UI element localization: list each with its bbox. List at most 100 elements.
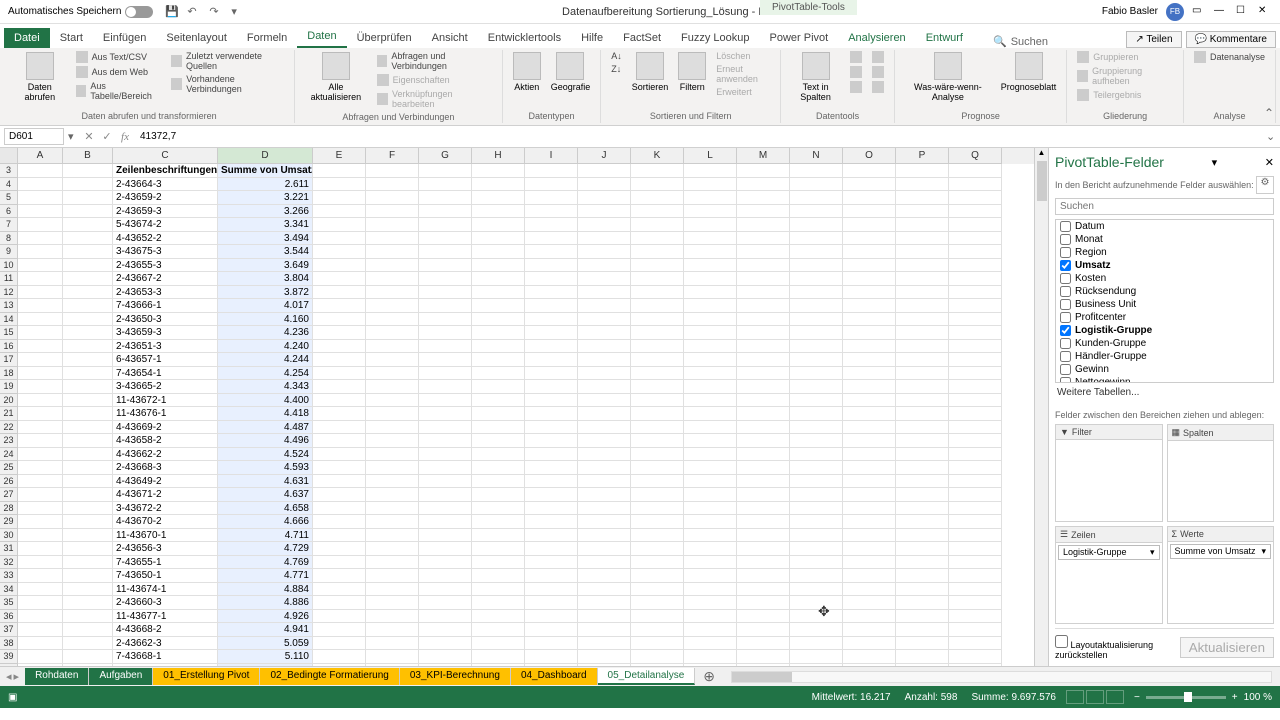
tab-design[interactable]: Entwurf: [916, 28, 973, 48]
cell[interactable]: [525, 353, 578, 367]
row-header[interactable]: 25: [0, 461, 18, 475]
cell[interactable]: [949, 313, 1002, 327]
comments-button[interactable]: 💬 Kommentare: [1186, 31, 1276, 48]
tab-help[interactable]: Hilfe: [571, 28, 613, 48]
cell[interactable]: [366, 461, 419, 475]
cell[interactable]: [949, 299, 1002, 313]
cell[interactable]: [472, 326, 525, 340]
cell[interactable]: [313, 164, 366, 178]
cell[interactable]: [63, 556, 113, 570]
cell[interactable]: [843, 407, 896, 421]
cell[interactable]: 4.418: [218, 407, 313, 421]
cell[interactable]: [949, 164, 1002, 178]
cell[interactable]: [949, 488, 1002, 502]
cell[interactable]: [631, 542, 684, 556]
row-header[interactable]: 19: [0, 380, 18, 394]
cell[interactable]: [63, 583, 113, 597]
cell[interactable]: [525, 380, 578, 394]
field-item[interactable]: Region: [1056, 246, 1273, 259]
field-item[interactable]: Kosten: [1056, 272, 1273, 285]
cell[interactable]: [949, 205, 1002, 219]
row-header[interactable]: 30: [0, 529, 18, 543]
toggle-switch[interactable]: [125, 6, 153, 18]
cell[interactable]: [419, 421, 472, 435]
cell[interactable]: [63, 272, 113, 286]
cell[interactable]: 4.400: [218, 394, 313, 408]
cell[interactable]: [18, 488, 63, 502]
cell[interactable]: [578, 394, 631, 408]
cell[interactable]: [737, 326, 790, 340]
cell[interactable]: [843, 326, 896, 340]
cell[interactable]: [949, 542, 1002, 556]
cell[interactable]: 4.886: [218, 596, 313, 610]
cell[interactable]: [737, 529, 790, 543]
cell[interactable]: [472, 272, 525, 286]
cell[interactable]: [843, 286, 896, 300]
cell[interactable]: [578, 637, 631, 651]
cell[interactable]: [18, 529, 63, 543]
queries-button[interactable]: Abfragen und Verbindungen: [373, 50, 496, 72]
cell[interactable]: [631, 569, 684, 583]
cell[interactable]: [472, 191, 525, 205]
cell[interactable]: [63, 515, 113, 529]
cell[interactable]: [366, 623, 419, 637]
cell[interactable]: [18, 313, 63, 327]
cell[interactable]: [578, 434, 631, 448]
cell[interactable]: 4-43671-2: [113, 488, 218, 502]
cell[interactable]: [949, 556, 1002, 570]
cell[interactable]: [525, 515, 578, 529]
row-header[interactable]: 22: [0, 421, 18, 435]
cell[interactable]: [737, 272, 790, 286]
cell[interactable]: [419, 178, 472, 192]
cell[interactable]: [366, 434, 419, 448]
cell[interactable]: [63, 637, 113, 651]
row-header[interactable]: 32: [0, 556, 18, 570]
cell[interactable]: [631, 178, 684, 192]
cell[interactable]: 4-43652-2: [113, 232, 218, 246]
cell[interactable]: [684, 623, 737, 637]
data-model-button[interactable]: [868, 80, 888, 94]
cell[interactable]: [366, 421, 419, 435]
cell[interactable]: [419, 286, 472, 300]
cell[interactable]: [578, 340, 631, 354]
whatif-button[interactable]: Was-wäre-wenn- Analyse: [901, 50, 995, 104]
cell[interactable]: [949, 610, 1002, 624]
cell[interactable]: [790, 421, 843, 435]
field-item[interactable]: Gewinn: [1056, 363, 1273, 376]
cell[interactable]: [419, 407, 472, 421]
cell[interactable]: 7-43650-1: [113, 569, 218, 583]
cell[interactable]: [313, 556, 366, 570]
cell[interactable]: 7-43654-1: [113, 367, 218, 381]
cell[interactable]: [684, 394, 737, 408]
column-header[interactable]: K: [631, 148, 684, 164]
cell[interactable]: [472, 394, 525, 408]
cell[interactable]: [631, 191, 684, 205]
cell[interactable]: [896, 353, 949, 367]
cell[interactable]: [843, 394, 896, 408]
cell[interactable]: [525, 407, 578, 421]
page-break-view-button[interactable]: [1106, 690, 1124, 704]
sheet-tab[interactable]: 05_Detailanalyse: [598, 668, 696, 685]
cell[interactable]: [63, 245, 113, 259]
relationships-button[interactable]: [868, 65, 888, 79]
data-validation-button[interactable]: [846, 80, 866, 94]
cell[interactable]: [949, 272, 1002, 286]
cell[interactable]: [313, 394, 366, 408]
cell[interactable]: 2-43659-3: [113, 205, 218, 219]
from-text-button[interactable]: Aus Text/CSV: [72, 50, 166, 64]
cell[interactable]: 2-43662-3: [113, 637, 218, 651]
cell[interactable]: [631, 164, 684, 178]
cell[interactable]: 2-43664-3: [113, 178, 218, 192]
cell[interactable]: [790, 542, 843, 556]
cell[interactable]: [631, 488, 684, 502]
cell[interactable]: [18, 434, 63, 448]
cell[interactable]: [790, 272, 843, 286]
cell[interactable]: [313, 367, 366, 381]
field-checkbox[interactable]: [1060, 325, 1071, 336]
collapse-ribbon-icon[interactable]: ⌃: [1264, 106, 1274, 120]
add-sheet-button[interactable]: ⊕: [695, 668, 723, 685]
cell[interactable]: [472, 596, 525, 610]
cell[interactable]: [63, 313, 113, 327]
cell[interactable]: [578, 286, 631, 300]
recent-sources-button[interactable]: Zuletzt verwendete Quellen: [167, 50, 288, 72]
